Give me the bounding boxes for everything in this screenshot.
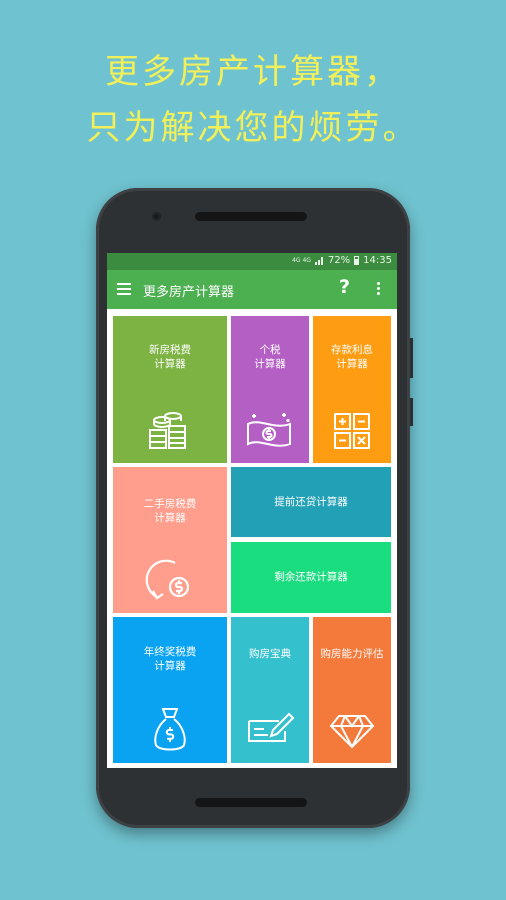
tile-label-line1: 提前还贷计算器: [274, 496, 348, 508]
tile-label-line1: 个税: [259, 344, 281, 356]
promo-headline-line1: 更多房产计算器，: [105, 52, 401, 92]
status-bar: 4G 4G 72% 14:35: [107, 253, 397, 270]
tile-remaining-repayment-calculator[interactable]: 剩余还款计算器: [231, 542, 391, 613]
tile-label-line2: 计算器: [154, 512, 186, 524]
status-time: 14:35: [363, 255, 392, 266]
banknote-icon: [247, 413, 291, 447]
volume-button: [410, 338, 413, 378]
dollar-cycle-icon: [145, 559, 190, 600]
tile-second-hand-house-tax-calculator[interactable]: 二手房税费 计算器: [113, 467, 227, 613]
signal-icon: [314, 256, 324, 265]
power-button: [410, 398, 413, 426]
help-icon[interactable]: ?: [339, 276, 350, 298]
tile-label-line2: 计算器: [336, 358, 368, 370]
money-bag-icon: [154, 708, 186, 751]
tile-label-line1: 二手房税费: [143, 498, 197, 510]
tile-purchasing-ability-assessment[interactable]: 购房能力评估: [313, 617, 391, 763]
tile-label-line1: 购房能力评估: [320, 648, 384, 660]
tile-new-house-tax-calculator[interactable]: 新房税费 计算器: [113, 316, 227, 463]
app-screen: 4G 4G 72% 14:35 更多房产计算器 ? 新房税费 计算器 个税 计算…: [107, 253, 397, 768]
top-speaker: [195, 212, 307, 221]
app-title: 更多房产计算器: [143, 285, 235, 300]
tile-label-line1: 剩余还款计算器: [274, 571, 348, 583]
network-indicator: 4G 4G: [292, 256, 311, 264]
tile-home-buying-guide[interactable]: 购房宝典: [231, 617, 309, 763]
bottom-speaker: [195, 798, 307, 807]
battery-percent: 72%: [327, 255, 351, 266]
hamburger-menu-icon[interactable]: [117, 283, 131, 295]
battery-icon: [354, 256, 360, 265]
tile-label-line1: 新房税费: [149, 344, 191, 356]
overflow-menu-icon[interactable]: [377, 282, 381, 298]
tile-deposit-interest-calculator[interactable]: 存款利息 计算器: [313, 316, 391, 463]
tile-label-line2: 计算器: [254, 358, 286, 370]
tile-label-line2: 计算器: [154, 660, 186, 672]
tile-label-line1: 年终奖税费: [143, 646, 197, 658]
diamond-icon: [329, 715, 375, 749]
promo-headline-line2: 只为解决您的烦劳。: [86, 108, 420, 148]
pen-document-icon: [248, 712, 295, 742]
coins-icon: [149, 412, 186, 449]
tile-personal-tax-calculator[interactable]: 个税 计算器: [231, 316, 309, 463]
tile-label-line1: 存款利息: [331, 344, 373, 356]
tile-label-line1: 购房宝典: [249, 648, 291, 660]
tile-year-end-bonus-tax-calculator[interactable]: 年终奖税费 计算器: [113, 617, 227, 763]
tile-label-line2: 计算器: [154, 358, 186, 370]
app-bar: 更多房产计算器 ?: [107, 270, 397, 309]
calculator-icon: [334, 413, 370, 449]
front-camera: [152, 212, 161, 221]
tile-prepayment-calculator[interactable]: 提前还贷计算器: [231, 467, 391, 537]
